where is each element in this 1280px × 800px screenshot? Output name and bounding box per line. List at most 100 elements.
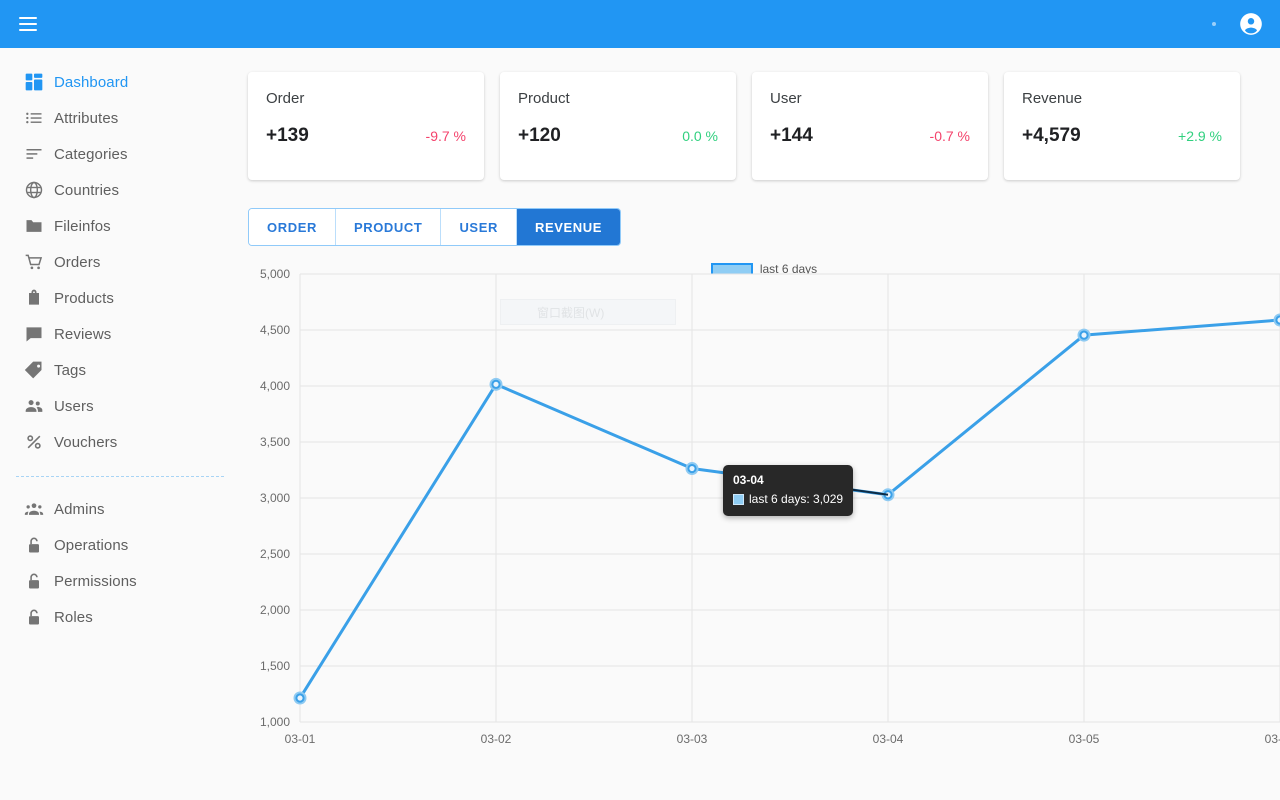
data-point[interactable] [491,379,501,389]
sidebar-item-attributes[interactable]: Attributes [0,100,240,136]
stat-card-row-values: +4,579 +2.9 % [1022,125,1222,147]
sidebar-item-label: Users [54,397,94,415]
x-axis-tick-label: 03-06 [1265,732,1280,746]
percent-icon [14,432,54,452]
main-content: Order +139 -9.7 % Product +120 0.0 % Use… [240,48,1280,800]
account-circle-icon[interactable] [1234,7,1268,41]
sidebar-item-label: Fileinfos [54,217,111,235]
sidebar-item-label: Products [54,289,114,307]
stat-card-row-values: +120 0.0 % [518,125,718,147]
sidebar-item-label: Categories [54,145,128,163]
lock-open-icon [14,535,54,555]
chart-tab-bar: ORDER PRODUCT USER REVENUE [248,208,622,246]
data-point[interactable] [295,693,305,703]
x-axis-tick-label: 03-05 [1069,732,1100,746]
sort-icon [14,144,54,164]
people-group-icon [14,499,54,519]
y-axis-tick-label: 1,500 [260,659,290,673]
app-bar [0,0,1280,48]
tab-order[interactable]: ORDER [249,209,336,245]
x-axis-tick-label: 03-01 [285,732,316,746]
sidebar-item-orders[interactable]: Orders [0,244,240,280]
data-point[interactable] [1275,315,1280,325]
stat-card-revenue: Revenue +4,579 +2.9 % [1004,72,1240,180]
sidebar-item-dashboard[interactable]: Dashboard [0,64,240,100]
y-axis-tick-label: 4,500 [260,323,290,337]
data-point[interactable] [687,463,697,474]
comment-icon [14,324,54,344]
x-axis-tick-label: 03-03 [677,732,708,746]
tooltip-title: 03-04 [733,473,764,487]
y-axis-tick-label: 2,000 [260,603,290,617]
stat-card-delta: 0.0 % [682,128,718,144]
tooltip-swatch-icon [733,494,744,505]
stat-card-row-values: +139 -9.7 % [266,125,466,147]
y-axis-tick-label: 3,000 [260,491,290,505]
sidebar-divider [16,476,224,477]
sidebar-item-operations[interactable]: Operations [0,527,240,563]
tag-icon [14,360,54,380]
stat-card-title: Order [266,90,305,107]
globe-icon [14,180,54,200]
sidebar-item-label: Operations [54,536,129,554]
lock-open-icon [14,607,54,627]
x-axis-tick-label: 03-04 [873,732,904,746]
sidebar-item-label: Admins [54,500,105,518]
sidebar-item-admins[interactable]: Admins [0,491,240,527]
revenue-chart: last 6 days 1,000 1,500 2,000 2,500 3,000 3,5… [248,260,1280,760]
list-icon [14,108,54,128]
sidebar-item-roles[interactable]: Roles [0,599,240,635]
sidebar-item-vouchers[interactable]: Vouchers [0,424,240,460]
folder-icon [14,216,54,236]
sidebar-item-fileinfos[interactable]: Fileinfos [0,208,240,244]
stat-card-value: +120 [518,125,561,146]
y-axis-tick-label: 3,500 [260,435,290,449]
sidebar-item-label: Dashboard [54,73,129,91]
stat-card-title: Revenue [1022,90,1083,107]
sidebar-item-reviews[interactable]: Reviews [0,316,240,352]
notification-dot-icon [1212,22,1216,26]
sidebar-item-label: Orders [54,253,101,271]
sidebar-item-countries[interactable]: Countries [0,172,240,208]
stat-card-value: +144 [770,125,813,146]
stat-card-value: +4,579 [1022,125,1081,146]
stat-card-user: User +144 -0.7 % [752,72,988,180]
sidebar-item-label: Tags [54,361,87,379]
sidebar: Dashboard Attributes Categories Countrie… [0,48,240,800]
sidebar-item-label: Vouchers [54,433,118,451]
sidebar-item-label: Permissions [54,572,137,590]
tooltip-value: last 6 days: 3,029 [749,492,844,506]
tab-product[interactable]: PRODUCT [335,209,442,245]
stat-card-delta: +2.9 % [1178,128,1222,144]
stat-card-product: Product +120 0.0 % [500,72,736,180]
lock-open-icon [14,571,54,591]
stat-card-delta: -0.7 % [929,128,970,144]
y-axis-tick-label: 1,000 [260,715,290,729]
sidebar-item-users[interactable]: Users [0,388,240,424]
tab-revenue[interactable]: REVENUE [516,209,621,245]
stat-card-row-values: +144 -0.7 % [770,125,970,147]
sidebar-item-permissions[interactable]: Permissions [0,563,240,599]
people-icon [14,396,54,416]
sidebar-item-categories[interactable]: Categories [0,136,240,172]
stat-card-order: Order +139 -9.7 % [248,72,484,180]
sidebar-item-label: Reviews [54,325,112,343]
bag-icon [14,288,54,308]
sidebar-item-label: Attributes [54,109,119,127]
tooltip-series-row: last 6 days: 3,029 [733,491,843,508]
y-axis-tick-label: 5,000 [260,267,290,281]
stat-card-row: Order +139 -9.7 % Product +120 0.0 % Use… [240,48,1280,180]
sidebar-item-label: Roles [54,608,93,626]
data-point[interactable] [1079,330,1089,340]
stat-card-title: User [770,90,802,107]
sidebar-item-products[interactable]: Products [0,280,240,316]
sidebar-item-tags[interactable]: Tags [0,352,240,388]
y-axis-tick-label: 2,500 [260,547,290,561]
stat-card-value: +139 [266,125,309,146]
stat-card-title: Product [518,90,570,107]
x-axis-tick-label: 03-02 [481,732,512,746]
y-axis-tick-label: 4,000 [260,379,290,393]
hamburger-menu-icon[interactable] [8,4,48,44]
tab-user[interactable]: USER [441,209,517,245]
dashboard-icon [14,72,54,92]
